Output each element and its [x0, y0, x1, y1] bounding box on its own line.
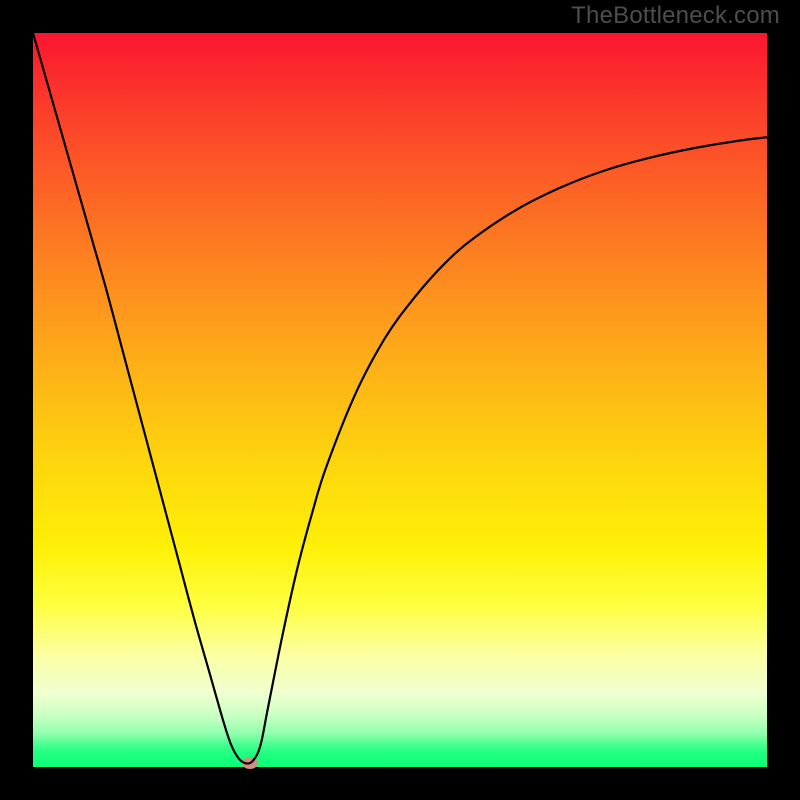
watermark-text: TheBottleneck.com: [571, 2, 780, 30]
plot-area: [33, 33, 767, 767]
chart-frame: TheBottleneck.com: [0, 0, 800, 800]
curve-path: [33, 33, 767, 764]
bottleneck-curve: [33, 33, 767, 767]
